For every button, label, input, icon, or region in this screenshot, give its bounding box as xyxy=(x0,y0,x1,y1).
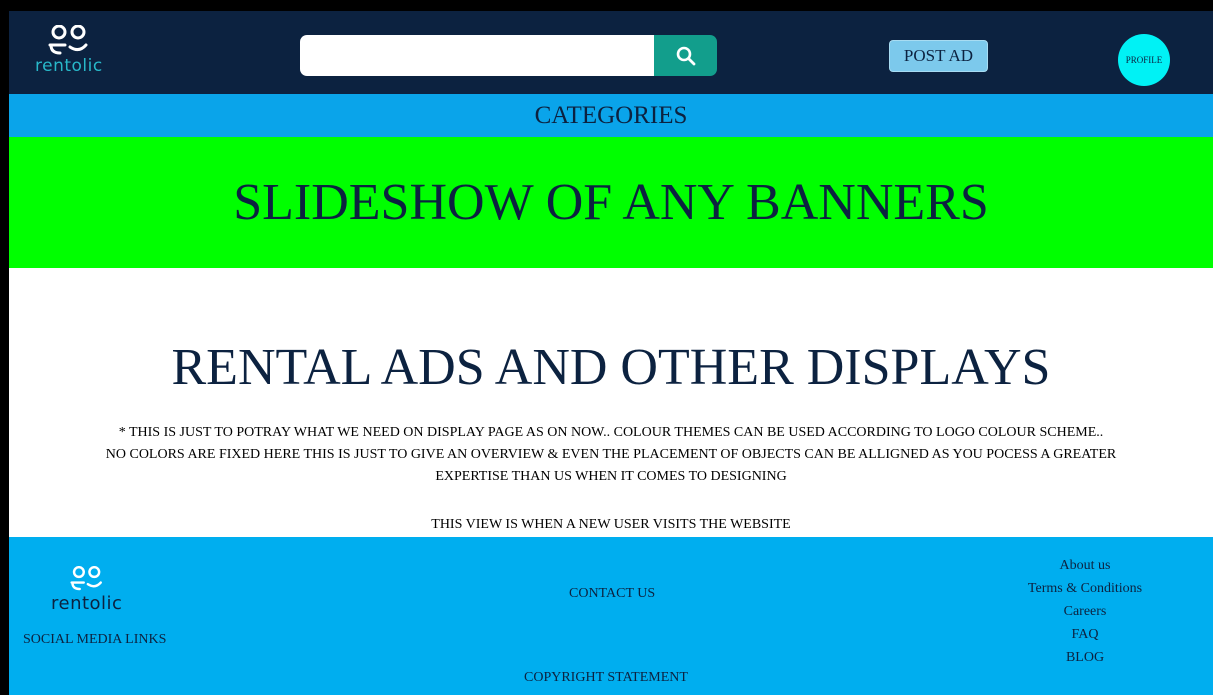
categories-label: CATEGORIES xyxy=(534,101,688,129)
search-bar xyxy=(300,35,717,76)
footer-link-faq[interactable]: FAQ xyxy=(1072,623,1099,646)
logo-text: rentolic xyxy=(51,593,123,614)
new-user-view-note: THIS VIEW IS WHEN A NEW USER VISITS THE … xyxy=(431,517,791,532)
top-navbar: rentolic POST AD PROFILE xyxy=(9,11,1213,94)
display-note: * THIS IS JUST TO POTRAY WHAT WE NEED ON… xyxy=(9,422,1213,488)
footer-logo[interactable]: rentolic xyxy=(51,566,122,614)
logo-text: rentolic xyxy=(35,56,103,76)
contact-us-link[interactable]: CONTACT US xyxy=(569,586,655,602)
copyright-statement: COPYRIGHT STATEMENT xyxy=(524,670,688,685)
note-line: * THIS IS JUST TO POTRAY WHAT WE NEED ON… xyxy=(118,425,1104,440)
footer-links: About us Terms & Conditions Careers FAQ … xyxy=(1015,554,1155,669)
page-frame: rentolic POST AD PROFILE CATEGORIES SLID… xyxy=(9,11,1213,695)
categories-bar[interactable]: CATEGORIES xyxy=(9,94,1213,137)
people-logo-icon xyxy=(70,566,102,591)
footer-link-terms[interactable]: Terms & Conditions xyxy=(1028,577,1142,600)
post-ad-button[interactable]: POST AD xyxy=(889,40,988,72)
search-button[interactable] xyxy=(654,35,717,76)
banner-slideshow[interactable]: SLIDESHOW OF ANY BANNERS xyxy=(9,137,1213,268)
social-media-links[interactable]: SOCIAL MEDIA LINKS xyxy=(23,632,166,648)
people-logo-icon xyxy=(48,25,88,55)
footer-link-blog[interactable]: BLOG xyxy=(1066,646,1104,669)
note-line: NO COLORS ARE FIXED HERE THIS IS JUST TO… xyxy=(105,447,1117,462)
header-logo[interactable]: rentolic xyxy=(35,25,103,76)
footer-link-about-us[interactable]: About us xyxy=(1060,554,1111,577)
note-line: EXPERTISE THAN US WHEN IT COMES TO DESIG… xyxy=(435,469,787,484)
search-icon xyxy=(676,46,695,65)
profile-button[interactable]: PROFILE xyxy=(1118,34,1170,86)
banner-text: SLIDESHOW OF ANY BANNERS xyxy=(233,174,989,231)
rental-ads-title: RENTAL ADS AND OTHER DISPLAYS xyxy=(171,339,1051,396)
footer: rentolic SOCIAL MEDIA LINKS CONTACT US A… xyxy=(9,537,1213,695)
footer-link-careers[interactable]: Careers xyxy=(1064,600,1107,623)
search-input[interactable] xyxy=(300,35,654,76)
